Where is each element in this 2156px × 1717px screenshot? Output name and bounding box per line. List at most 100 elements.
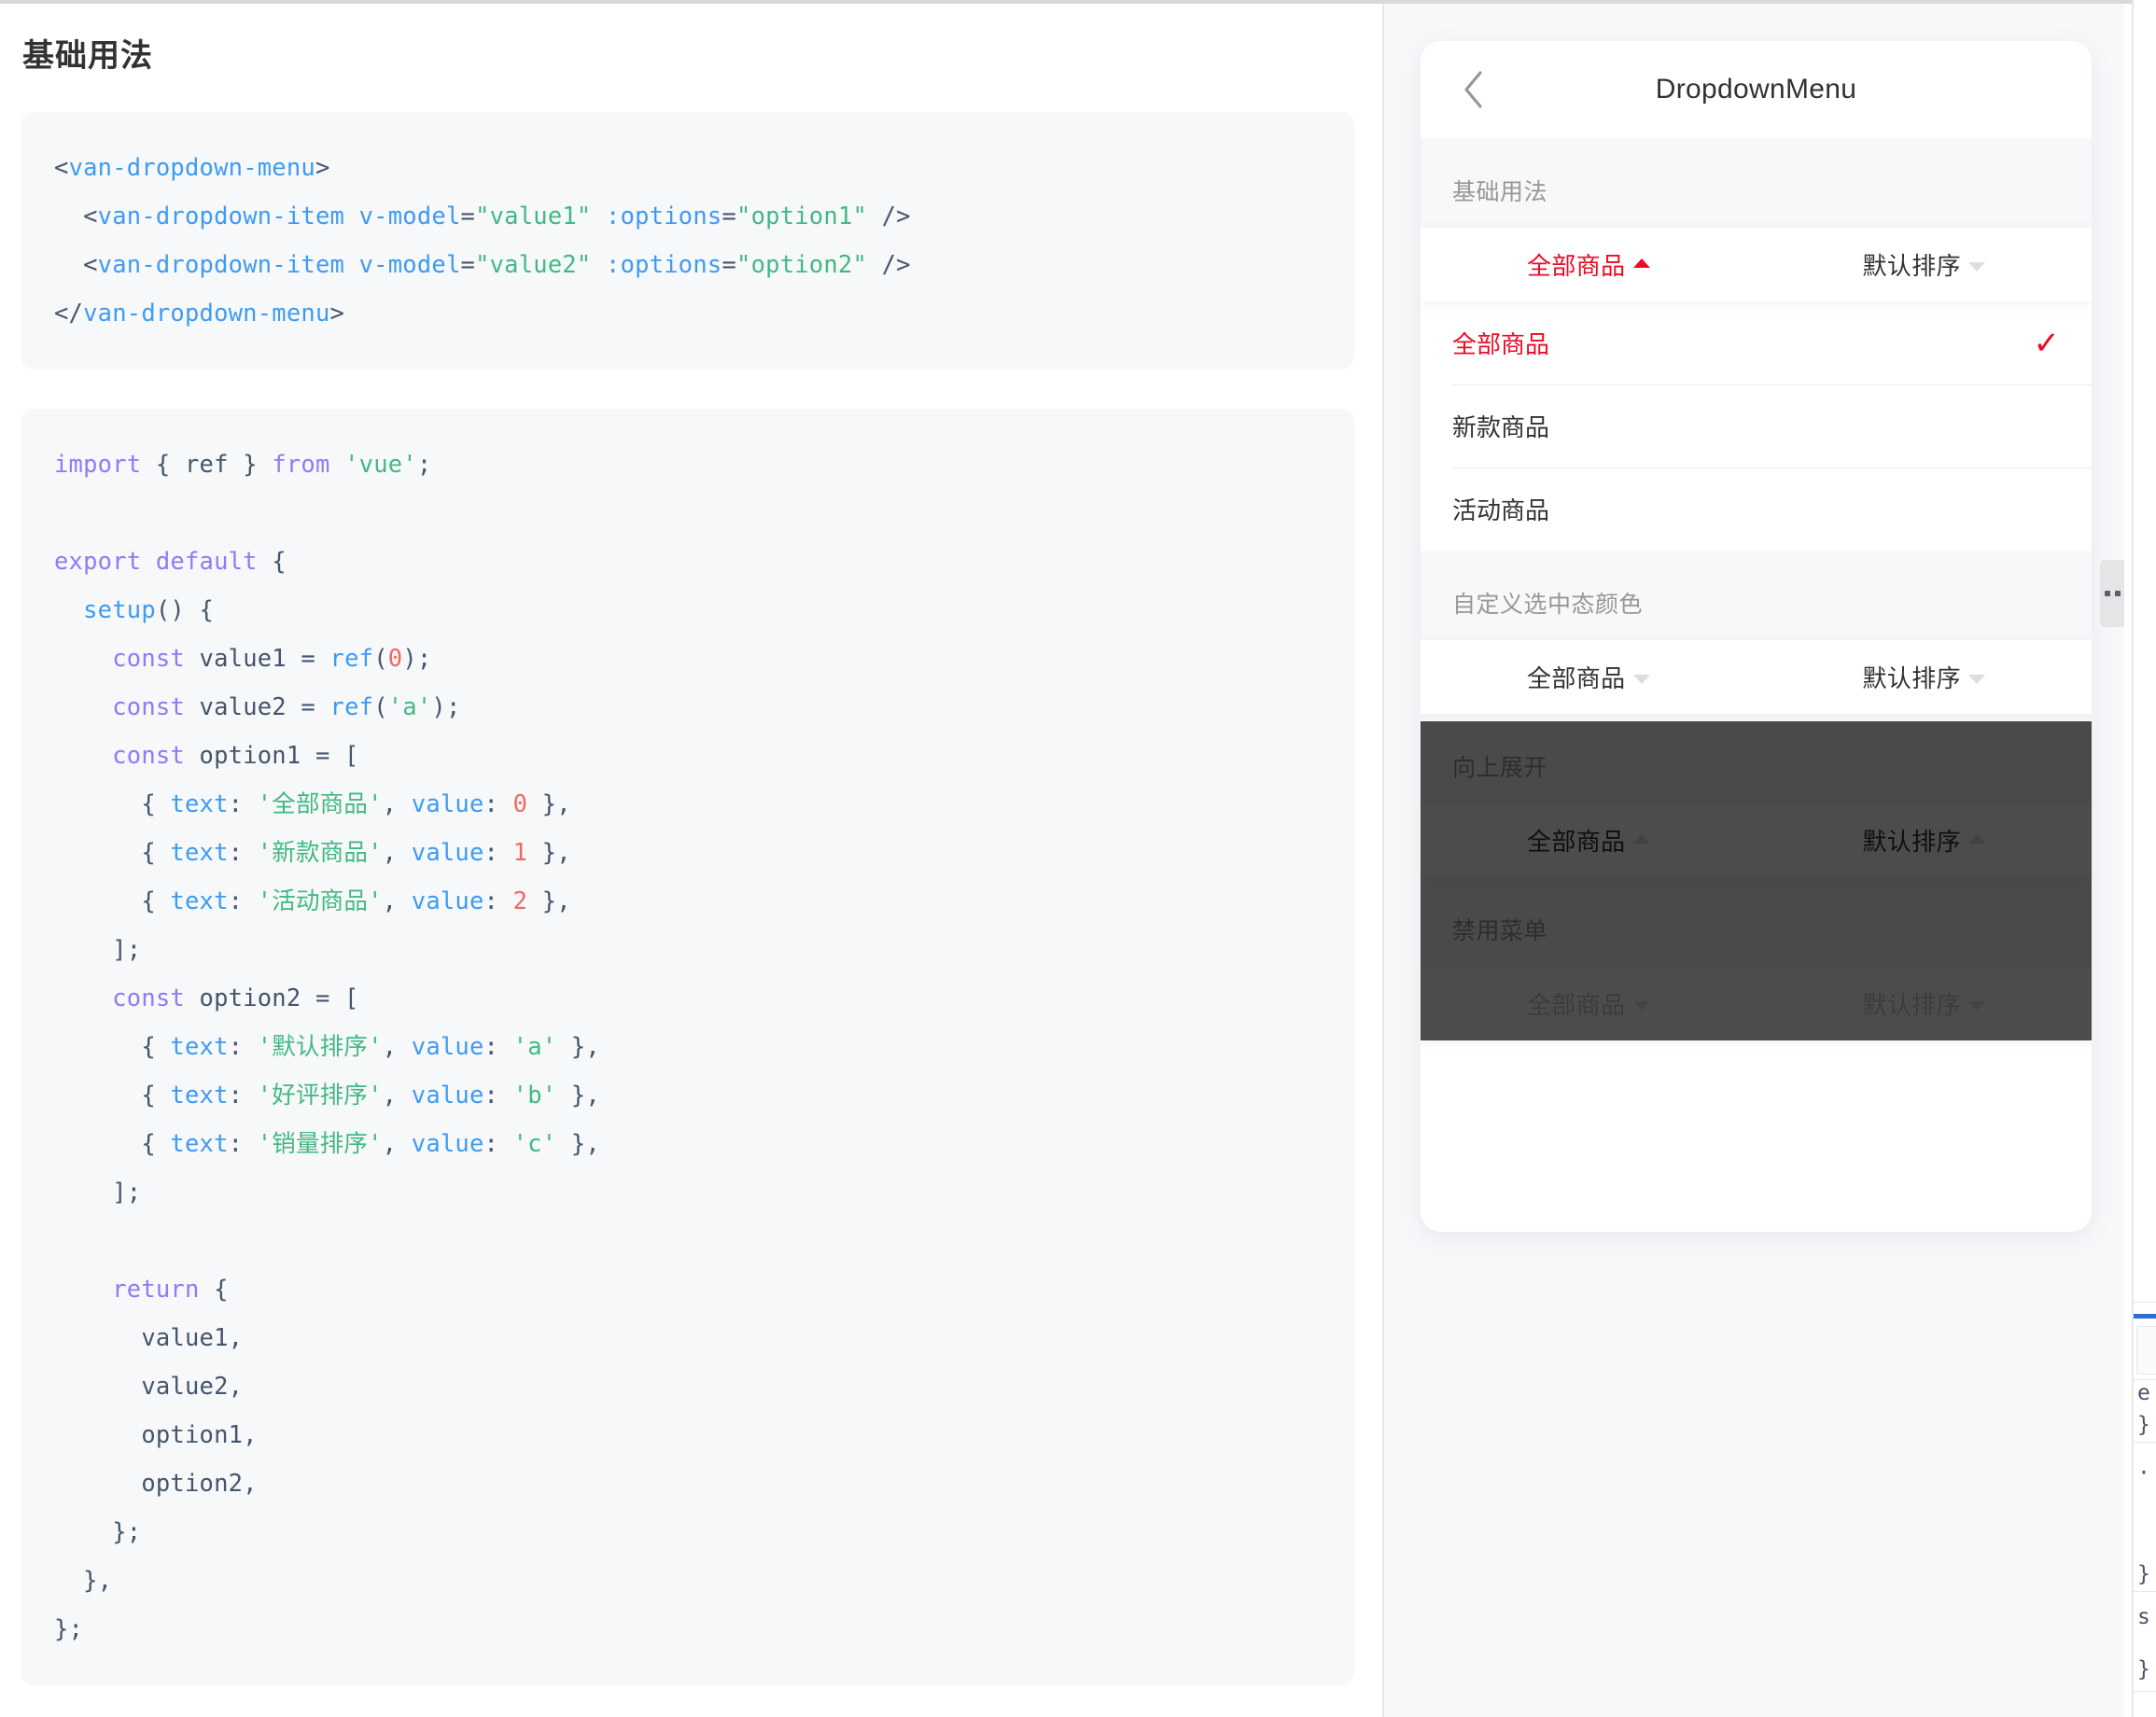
editor-code-line: } (2137, 1413, 2150, 1437)
code-token: { (54, 839, 171, 868)
code-token: 'a' (387, 693, 432, 722)
code-token: text (170, 790, 229, 819)
dropdown-option[interactable]: 全部商品 ✓ (1421, 301, 2092, 384)
edge-editor-sliver[interactable]: e} ·} s} (2132, 0, 2156, 1717)
code-token: van-dropdown-menu (83, 300, 330, 328)
code-token: }, (527, 839, 571, 868)
code-token: text (170, 1082, 229, 1110)
dropdown-option[interactable]: 活动商品 (1421, 468, 2092, 551)
resize-drag-handle[interactable] (2100, 560, 2124, 627)
dropdown-item-label: 全部商品 (1526, 664, 1626, 692)
code-token: : (483, 790, 513, 819)
caret-down-icon (1632, 1000, 1650, 1011)
dropdown-menu-item[interactable]: 全部商品 (1421, 228, 1757, 301)
dropdown-menu-bar: 全部商品 默认排序 (1421, 967, 2092, 1040)
caret-down-icon (1968, 674, 1986, 684)
code-token: '新款商品' (257, 839, 383, 868)
code-token: < (54, 154, 69, 183)
code-token: option1, (54, 1421, 258, 1450)
code-token: option1 = [ (184, 742, 359, 771)
caret-down-icon (1968, 1000, 1986, 1011)
editor-code-line: s (2137, 1605, 2150, 1629)
code-token: "value2" (475, 251, 592, 280)
code-token: import (54, 451, 142, 480)
drag-dot (2114, 591, 2121, 596)
code-token: }, (556, 1130, 600, 1159)
dropdown-menu-item[interactable]: 默认排序 (1757, 228, 2093, 301)
editor-rule (2134, 1379, 2156, 1380)
dropdown-menu-bar: 全部商品 默认排序 (1421, 640, 2092, 714)
code-token: v-model (358, 202, 461, 231)
code-token: = (460, 251, 476, 280)
dropdown-option-label: 全部商品 (1452, 330, 1550, 358)
dropdown-menu-item: 全部商品 (1421, 967, 1757, 1040)
code-token: { (54, 1082, 171, 1110)
code-token: 'b' (512, 1082, 557, 1110)
code-token: :options (606, 251, 722, 280)
code-token: ref (329, 645, 374, 674)
code-token: const (112, 645, 185, 674)
code-token: : (483, 1130, 513, 1159)
code-token: 'vue' (344, 451, 417, 480)
code-token: const (112, 742, 185, 771)
code-token: ref (329, 693, 374, 722)
code-token: '全部商品' (257, 790, 383, 819)
demo-section: 向上展开 全部商品 默认排序 (1421, 714, 2092, 877)
code-token: return (112, 1276, 200, 1305)
code-token: '默认排序' (257, 1033, 383, 1062)
code-token: }, (527, 790, 571, 819)
code-token: : (483, 887, 513, 916)
code-token: { (257, 548, 287, 577)
editor-code-line: · (2137, 1461, 2150, 1486)
dropdown-option[interactable]: 新款商品 (1421, 384, 2092, 468)
code-token: const (112, 984, 185, 1013)
editor-code-line: } (2137, 1657, 2150, 1682)
dropdown-menu-item[interactable]: 全部商品 (1421, 803, 1757, 877)
code-token: { ref } (141, 451, 273, 480)
code-token: "option1" (736, 202, 868, 231)
editor-code-line: e (2137, 1381, 2150, 1405)
script-code: import { ref } from 'vue'; export defaul… (54, 440, 1323, 1654)
dropdown-menu-item[interactable]: 默认排序 (1757, 803, 2093, 877)
check-icon: ✓ (2033, 325, 2061, 361)
code-token: , (382, 1082, 412, 1110)
chevron-left-icon[interactable] (1452, 69, 1493, 110)
code-token: 2 (512, 887, 528, 916)
code-token: "option2" (736, 251, 868, 280)
code-token: : (228, 1082, 258, 1110)
code-token: { (199, 1276, 229, 1305)
code-token: : (228, 1033, 258, 1062)
caret-up-icon (1632, 833, 1650, 844)
code-token: , (382, 1130, 412, 1159)
code-token: 0 (387, 645, 403, 674)
pane-divider[interactable] (1382, 4, 1384, 1717)
dropdown-option-label: 新款商品 (1452, 413, 1550, 441)
caret-down-icon (1968, 261, 1986, 272)
dropdown-item-label: 全部商品 (1526, 252, 1626, 280)
dropdown-menu-item[interactable]: 全部商品 (1421, 640, 1757, 714)
code-token: }, (54, 1567, 113, 1596)
code-token: : (228, 1130, 258, 1159)
code-token: /> (867, 202, 911, 231)
code-token: van-dropdown-item (97, 202, 345, 231)
dropdown-item-label: 默认排序 (1862, 828, 1962, 856)
code-token: v-model (358, 251, 461, 280)
dropdown-item-label: 默认排序 (1862, 991, 1962, 1019)
dropdown-menu-item[interactable]: 默认排序 (1757, 640, 2093, 714)
dropdown-item-label: 全部商品 (1526, 991, 1626, 1019)
code-token: value (411, 839, 484, 868)
editor-input-box[interactable] (2136, 1326, 2156, 1375)
section-heading: 向上展开 (1421, 714, 2092, 803)
dropdown-menu-bar: 全部商品 默认排序 (1421, 228, 2092, 301)
code-token: }, (527, 887, 571, 916)
section-heading: 自定义选中态颜色 (1421, 551, 2092, 640)
code-token: ( (373, 693, 388, 722)
code-token: = (460, 202, 476, 231)
app-root: 基础用法 <van-dropdown-menu> <van-dropdown-i… (0, 0, 2156, 1717)
code-token: }, (556, 1033, 600, 1062)
code-token: , (382, 1033, 412, 1062)
